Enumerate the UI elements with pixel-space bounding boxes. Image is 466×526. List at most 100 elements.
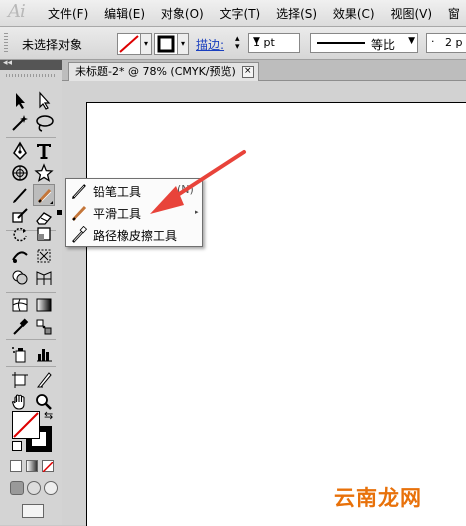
menu-type[interactable]: 文字(T) [220, 5, 261, 22]
scale-tool[interactable] [33, 223, 55, 245]
line-segment-tool[interactable] [9, 162, 31, 184]
artboard-icon [12, 372, 28, 388]
stroke-color-button[interactable] [154, 33, 178, 55]
pencil-icon [72, 184, 86, 199]
artboard-tool[interactable] [9, 369, 31, 391]
eyedropper-icon [13, 318, 29, 335]
brush-definition-field[interactable]: · 2 p [426, 33, 466, 53]
draw-inside-button[interactable] [44, 481, 58, 495]
eyedropper-tool[interactable] [9, 316, 31, 338]
magic-wand-tool[interactable] [9, 112, 31, 134]
toolbox-divider [6, 339, 56, 340]
hand-icon [11, 394, 25, 410]
draw-behind-button[interactable] [27, 481, 41, 495]
perspective-grid-tool[interactable] [33, 267, 55, 289]
path-eraser-icon [72, 226, 88, 243]
smooth-tool-icon [71, 205, 87, 222]
collapse-icon[interactable]: ◂◂ [3, 58, 12, 68]
none-mode-button[interactable] [42, 460, 54, 473]
selection-tool[interactable] [9, 90, 31, 112]
draw-normal-button[interactable] [10, 481, 24, 495]
menu-edit[interactable]: 编辑(E) [104, 5, 145, 22]
no-fill-icon [13, 412, 39, 438]
stroke-dropdown[interactable]: ▾ [177, 33, 189, 55]
symbol-sprayer-tool[interactable] [9, 343, 31, 365]
smooth-tool[interactable] [33, 184, 55, 206]
menu-bar: Ai 文件(F) 编辑(E) 对象(O) 文字(T) 选择(S) 效果(C) 视… [0, 0, 466, 27]
menu-effect[interactable]: 效果(C) [333, 5, 375, 22]
pencil-tool-flyout: 铅笔工具 (N) 平滑工具 路径橡皮擦工具 ▸ [57, 178, 203, 247]
swap-fill-stroke-icon[interactable]: ⇆ [44, 409, 53, 422]
magic-wand-icon [12, 115, 28, 131]
polar-grid-icon [12, 165, 28, 181]
mesh-icon [12, 298, 28, 312]
canvas-area[interactable] [62, 81, 466, 526]
shape-builder-icon [12, 270, 28, 285]
width-tool[interactable] [9, 245, 31, 267]
hand-tool[interactable] [9, 391, 31, 413]
shape-builder-tool[interactable] [9, 267, 31, 289]
toolbox-divider [6, 137, 56, 138]
stroke-label[interactable]: 描边: [196, 36, 224, 53]
menu-items: 文件(F) 编辑(E) 对象(O) 文字(T) 选择(S) 效果(C) 视图(V… [48, 5, 466, 22]
selection-status: 未选择对象 [22, 38, 83, 52]
column-graph-icon [37, 349, 52, 362]
rotate-icon [13, 227, 27, 242]
control-bar-grip[interactable] [4, 33, 8, 53]
flyout-item-label: 路径橡皮擦工具 [93, 229, 178, 243]
gradient-mode-button[interactable] [26, 460, 38, 472]
profile-line-icon [317, 42, 365, 44]
stroke-spinner-icon[interactable]: ▴ ▾ [235, 35, 240, 52]
blend-tool[interactable] [33, 316, 55, 338]
menu-file[interactable]: 文件(F) [48, 5, 88, 22]
variable-width-profile[interactable]: 等比 ▼ [310, 33, 418, 53]
close-icon[interactable]: × [241, 66, 254, 78]
screen-mode-button[interactable] [22, 504, 44, 518]
pen-tool[interactable] [9, 140, 31, 162]
type-t-icon [37, 144, 51, 159]
flyout-item-path-eraser[interactable]: 路径橡皮擦工具 [66, 224, 202, 246]
toolbox-header[interactable]: ◂◂ [0, 58, 62, 70]
chevron-down-icon: ▼ [253, 36, 260, 46]
brush-size-value: 2 p [445, 36, 463, 49]
fill-swatch[interactable] [12, 411, 40, 439]
star-icon [34, 163, 54, 182]
paintbrush-tool[interactable] [9, 184, 31, 206]
gradient-tool[interactable] [33, 294, 55, 316]
slice-tool[interactable] [33, 369, 55, 391]
flyout-expand-arrow-icon[interactable]: ▸ [195, 208, 199, 216]
fill-dropdown[interactable]: ▾ [140, 33, 152, 55]
artboard[interactable] [86, 102, 466, 526]
scale-icon [37, 227, 51, 241]
perspective-grid-icon [36, 271, 52, 285]
flyout-item-shortcut: (N) [177, 183, 194, 196]
menu-view[interactable]: 视图(V) [390, 5, 432, 22]
column-graph-tool[interactable] [33, 343, 55, 365]
toolbox-grip[interactable] [6, 74, 56, 77]
profile-label: 等比 [371, 38, 396, 52]
pen-nib-icon [13, 141, 27, 161]
lasso-tool[interactable] [33, 112, 55, 134]
menu-window[interactable]: 窗 [448, 5, 460, 22]
direct-selection-tool[interactable] [33, 90, 55, 112]
fill-color-button[interactable] [117, 33, 141, 55]
selection-arrow-icon [16, 93, 25, 109]
star-tool[interactable] [33, 162, 55, 184]
document-tab[interactable]: 未标题-2* @ 78% (CMYK/预览) × [68, 62, 259, 81]
rotate-tool[interactable] [9, 223, 31, 245]
app-logo: Ai [8, 1, 26, 22]
type-tool[interactable] [33, 140, 55, 162]
free-transform-tool[interactable] [33, 245, 55, 267]
color-mode-button[interactable] [10, 460, 22, 472]
flyout-item-label: 铅笔工具 [93, 185, 142, 199]
paintbrush-icon [13, 188, 27, 203]
toolbox-divider [6, 292, 56, 293]
no-fill-icon [119, 35, 139, 53]
flyout-item-smooth[interactable]: 平滑工具 [57, 202, 202, 224]
mesh-tool[interactable] [9, 294, 31, 316]
stroke-weight-field[interactable]: 1 pt ▼ [248, 33, 300, 53]
menu-select[interactable]: 选择(S) [276, 5, 317, 22]
menu-object[interactable]: 对象(O) [161, 5, 204, 22]
flyout-item-pencil[interactable]: 铅笔工具 (N) [66, 180, 202, 202]
default-fill-stroke-icon[interactable] [12, 441, 22, 451]
